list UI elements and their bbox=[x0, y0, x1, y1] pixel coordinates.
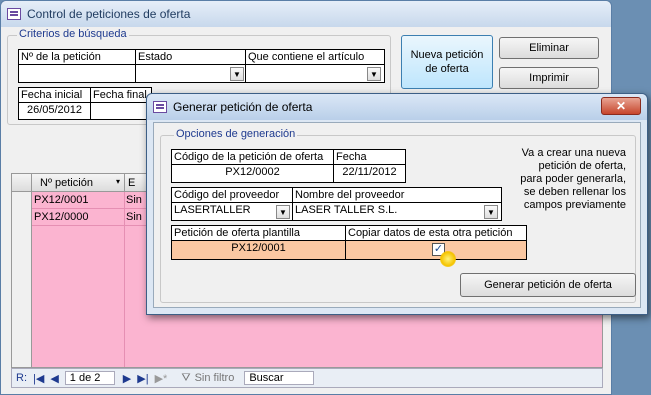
row-numero: PX12/0001 bbox=[34, 194, 89, 206]
new-record-icon[interactable]: ▶* bbox=[155, 372, 168, 385]
nombre-select[interactable]: LASER TALLER S.L. bbox=[292, 202, 502, 221]
nombre-label: Nombre del proveedor bbox=[292, 187, 502, 203]
codigo-label: Código de la petición de oferta bbox=[171, 149, 334, 165]
chevron-down-icon[interactable]: ▼ bbox=[230, 67, 244, 81]
info-text: Va a crear una nueva petición de oferta,… bbox=[520, 147, 626, 211]
dialog-titlebar: Generar petición de oferta ✕ bbox=[147, 94, 647, 120]
chevron-down-icon[interactable]: ▼ bbox=[484, 205, 498, 219]
column-divider bbox=[124, 174, 125, 192]
numero-input[interactable] bbox=[18, 64, 136, 83]
proveedor-select[interactable]: LASERTALLER bbox=[171, 202, 293, 221]
fecha-inicial-input[interactable]: 26/05/2012 bbox=[18, 102, 91, 120]
dialog-title: Generar petición de oferta bbox=[173, 100, 313, 114]
prev-record-icon[interactable]: ◀ bbox=[50, 372, 58, 385]
col-fecha-inicial-header: Fecha inicial bbox=[18, 87, 91, 103]
row-estado: Sin bbox=[126, 194, 142, 206]
fecha-final-input[interactable] bbox=[90, 102, 152, 120]
next-record-icon[interactable]: ▶ bbox=[123, 372, 131, 385]
col-estado-header: Estado bbox=[135, 49, 246, 65]
generar-dialog: Generar petición de oferta ✕ Opciones de… bbox=[146, 93, 648, 315]
plantilla-input[interactable]: PX12/0001 bbox=[171, 240, 346, 260]
search-input[interactable]: Buscar bbox=[244, 371, 315, 385]
row-estado: Sin bbox=[126, 211, 142, 223]
fecha-label: Fecha bbox=[333, 149, 406, 165]
col-articulo-header: Que contiene el artículo bbox=[245, 49, 385, 65]
first-record-icon[interactable]: |◀ bbox=[33, 372, 44, 385]
record-counter[interactable]: 1 de 2 bbox=[64, 371, 115, 385]
col-fecha-final-header: Fecha final bbox=[90, 87, 152, 103]
dialog-body: Opciones de generación Código de la peti… bbox=[153, 122, 641, 308]
eliminar-button[interactable]: Eliminar bbox=[499, 37, 599, 59]
plantilla-label: Petición de oferta plantilla bbox=[171, 225, 346, 241]
column-divider bbox=[124, 192, 125, 367]
main-title: Control de peticiones de oferta bbox=[27, 7, 191, 21]
filter-icon[interactable]: ⛛ bbox=[181, 372, 190, 385]
copiar-label: Copiar datos de esta otra petición bbox=[345, 225, 527, 241]
opciones-group-label: Opciones de generación bbox=[174, 128, 298, 140]
chevron-down-icon[interactable]: ▼ bbox=[276, 205, 290, 219]
row-selector-column bbox=[12, 192, 32, 367]
codigo-input[interactable]: PX12/0002 bbox=[171, 164, 334, 183]
fecha-input[interactable]: 22/11/2012 bbox=[333, 164, 406, 183]
chevron-down-icon[interactable]: ▼ bbox=[367, 67, 381, 81]
row-numero: PX12/0000 bbox=[34, 211, 89, 223]
list-header-estado: E bbox=[128, 177, 136, 189]
form-icon bbox=[153, 101, 167, 113]
select-all-corner[interactable] bbox=[12, 174, 32, 192]
nav-label: R: bbox=[16, 372, 27, 384]
criteria-group-label: Criterios de búsqueda bbox=[17, 28, 129, 40]
imprimir-button[interactable]: Imprimir bbox=[499, 67, 599, 89]
proveedor-label: Código del proveedor bbox=[171, 187, 293, 203]
filter-status[interactable]: Sin filtro bbox=[195, 372, 235, 384]
articulo-select[interactable] bbox=[245, 64, 385, 83]
col-numero-header: Nº de la petición bbox=[18, 49, 136, 65]
chevron-down-icon[interactable]: ▾ bbox=[116, 177, 120, 186]
close-button[interactable]: ✕ bbox=[601, 97, 641, 115]
last-record-icon[interactable]: ▶| bbox=[137, 372, 148, 385]
list-header-numero[interactable]: Nº petición bbox=[40, 177, 93, 189]
record-navigation-bar: R: |◀ ◀ 1 de 2 ▶ ▶| ▶* ⛛ Sin filtro Busc… bbox=[11, 368, 603, 388]
generar-button[interactable]: Generar petición de oferta bbox=[460, 273, 636, 297]
nueva-peticion-button[interactable]: Nueva petición de oferta bbox=[401, 35, 493, 89]
close-icon: ✕ bbox=[615, 99, 627, 113]
main-titlebar: Control de peticiones de oferta bbox=[1, 1, 611, 27]
cursor-highlight-icon bbox=[440, 251, 456, 267]
form-icon bbox=[7, 8, 21, 20]
